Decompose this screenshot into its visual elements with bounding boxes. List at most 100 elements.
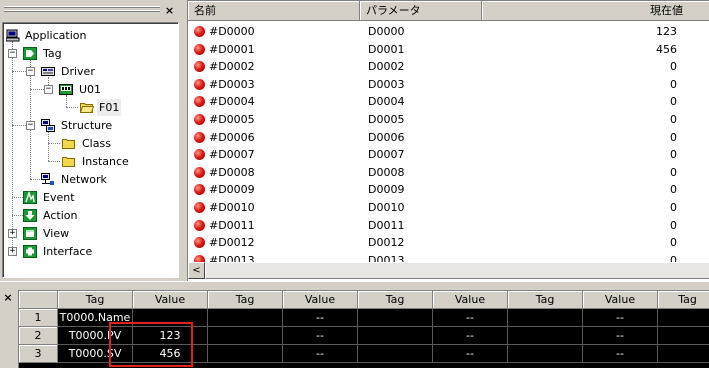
grid-tag-cell[interactable] bbox=[508, 327, 583, 345]
tag-list-row[interactable]: #D0003 D0003 0 bbox=[188, 76, 709, 94]
structure-icon bbox=[41, 119, 55, 132]
grid-value-cell[interactable]: -- bbox=[283, 309, 358, 327]
grid-tag-cell[interactable] bbox=[208, 345, 283, 363]
scroll-thumb[interactable] bbox=[205, 262, 709, 279]
grid-column-header[interactable]: Tag bbox=[208, 291, 283, 309]
grid-tag-cell[interactable] bbox=[358, 309, 433, 327]
grid-value-cell[interactable]: -- bbox=[283, 345, 358, 363]
tag-list-row[interactable]: #D0001 D0001 456 bbox=[188, 41, 709, 59]
tree-label: Network bbox=[61, 173, 107, 186]
grid-tag-cell[interactable] bbox=[208, 327, 283, 345]
tag-list-row[interactable]: #D0002 D0002 0 bbox=[188, 58, 709, 76]
grid-tag-cell[interactable] bbox=[358, 327, 433, 345]
grid-tag-cell[interactable] bbox=[358, 345, 433, 363]
grid-row-number[interactable]: 3 bbox=[19, 345, 58, 363]
grid-value-cell[interactable]: -- bbox=[433, 309, 508, 327]
tag-parameter: D0007 bbox=[368, 148, 405, 162]
column-header-current-value[interactable]: 現在値 bbox=[482, 1, 709, 21]
tree-node-u01[interactable]: − U01 bbox=[3, 81, 173, 98]
tag-list-row[interactable]: #D0006 D0006 0 bbox=[188, 129, 709, 147]
tree-node-event[interactable]: Event bbox=[3, 189, 173, 206]
column-header-name[interactable]: 名前 bbox=[188, 1, 360, 21]
tree-node-driver[interactable]: − Driver bbox=[3, 63, 173, 80]
grid-row-number[interactable]: 2 bbox=[19, 327, 58, 345]
tag-list-row[interactable]: #D0000 D0000 123 bbox=[188, 23, 709, 41]
grid-tag-cell[interactable] bbox=[658, 327, 709, 345]
network-icon bbox=[41, 173, 54, 185]
tree-pane-titlebar[interactable]: × bbox=[0, 0, 181, 21]
grid-column-header[interactable]: Value bbox=[283, 291, 358, 309]
grid-column-header[interactable]: Tag bbox=[58, 291, 133, 309]
project-tree: Application − Tag − Driver − U01 F01 − S… bbox=[2, 22, 179, 278]
collapse-icon[interactable]: − bbox=[8, 49, 17, 58]
tree-node-network[interactable]: Network bbox=[3, 171, 173, 188]
collapse-icon[interactable]: − bbox=[44, 85, 53, 94]
tag-list-row[interactable]: #D0004 D0004 0 bbox=[188, 93, 709, 111]
tree-label: Action bbox=[43, 209, 78, 222]
tag-parameter: D0008 bbox=[368, 165, 405, 179]
status-led-icon bbox=[194, 166, 205, 178]
tree-node-application[interactable]: Application bbox=[3, 27, 173, 44]
grid-value-cell[interactable]: -- bbox=[433, 345, 508, 363]
grid-value-cell[interactable]: -- bbox=[283, 327, 358, 345]
status-led-icon bbox=[194, 26, 205, 37]
tree-node-class[interactable]: Class bbox=[3, 135, 173, 152]
grid-value-cell[interactable]: -- bbox=[583, 309, 658, 327]
grid-column-header[interactable]: Tag bbox=[508, 291, 583, 309]
tree-label: F01 bbox=[97, 99, 122, 116]
collapse-icon[interactable]: − bbox=[26, 121, 35, 130]
tree-node-f01[interactable]: F01 bbox=[3, 99, 173, 116]
tree-label: Class bbox=[82, 137, 111, 150]
tag-parameter: D0009 bbox=[368, 183, 405, 197]
scroll-left-button[interactable]: < bbox=[188, 262, 205, 279]
tree-label: Structure bbox=[61, 119, 113, 132]
tag-current-value: 0 bbox=[670, 77, 677, 91]
grid-tag-cell[interactable] bbox=[658, 309, 709, 327]
tag-name: #D0000 bbox=[209, 25, 255, 38]
grid-value-cell[interactable]: -- bbox=[583, 345, 658, 363]
grid-column-header[interactable]: Value bbox=[583, 291, 658, 309]
grid-column-header[interactable]: Value bbox=[433, 291, 508, 309]
grid-value-cell[interactable]: -- bbox=[433, 327, 508, 345]
tree-node-instance[interactable]: Instance bbox=[3, 153, 173, 170]
tag-list-row[interactable]: #D0009 D0009 0 bbox=[188, 181, 709, 199]
tag-current-value: 123 bbox=[656, 25, 677, 38]
grid-tag-cell[interactable] bbox=[208, 309, 283, 327]
tag-current-value: 0 bbox=[670, 201, 677, 214]
event-icon bbox=[23, 191, 37, 204]
grid-tag-cell[interactable] bbox=[508, 345, 583, 363]
grid-column-header[interactable]: Value bbox=[133, 291, 208, 309]
grid-column-header[interactable]: Tag bbox=[358, 291, 433, 309]
expand-icon[interactable]: + bbox=[8, 247, 17, 256]
tag-list-row[interactable]: #D0005 D0005 0 bbox=[188, 111, 709, 129]
grid-tag-cell[interactable] bbox=[658, 345, 709, 363]
tag-list-row[interactable]: #D0010 D0010 0 bbox=[188, 199, 709, 217]
grid-row-number[interactable]: 1 bbox=[19, 309, 58, 327]
column-header-parameter[interactable]: パラメータ bbox=[360, 1, 482, 21]
tag-name: #D0003 bbox=[209, 77, 255, 91]
grid-column-header[interactable]: Tag bbox=[658, 291, 709, 309]
collapse-icon[interactable]: − bbox=[26, 67, 35, 76]
tag-list-row[interactable]: #D0012 D0012 0 bbox=[188, 234, 709, 252]
tree-node-structure[interactable]: − Structure bbox=[3, 117, 173, 134]
list-horizontal-scrollbar[interactable]: < bbox=[188, 262, 709, 279]
tag-name: #D0005 bbox=[209, 113, 255, 126]
tree-node-tag[interactable]: − Tag bbox=[3, 45, 173, 62]
horizontal-splitter[interactable] bbox=[0, 281, 709, 288]
watch-pane-close-button[interactable]: × bbox=[2, 292, 14, 304]
computer-icon bbox=[6, 29, 20, 42]
grid-value-cell[interactable]: -- bbox=[583, 327, 658, 345]
tag-list-row[interactable]: #D0008 D0008 0 bbox=[188, 164, 709, 182]
tag-parameter: D0001 bbox=[368, 42, 405, 56]
tree-node-interface[interactable]: + Interface bbox=[3, 243, 173, 260]
tree-node-view[interactable]: + View bbox=[3, 225, 173, 242]
tree-label: Tag bbox=[43, 47, 62, 60]
tree-pane-close-button[interactable]: × bbox=[163, 5, 176, 17]
tag-list-row[interactable]: #D0011 D0011 0 bbox=[188, 217, 709, 235]
expand-icon[interactable]: + bbox=[8, 229, 17, 238]
highlight-annotation bbox=[109, 322, 193, 367]
tag-icon bbox=[23, 47, 37, 60]
grid-tag-cell[interactable] bbox=[508, 309, 583, 327]
tag-list-row[interactable]: #D0007 D0007 0 bbox=[188, 146, 709, 164]
tree-node-action[interactable]: Action bbox=[3, 207, 173, 224]
